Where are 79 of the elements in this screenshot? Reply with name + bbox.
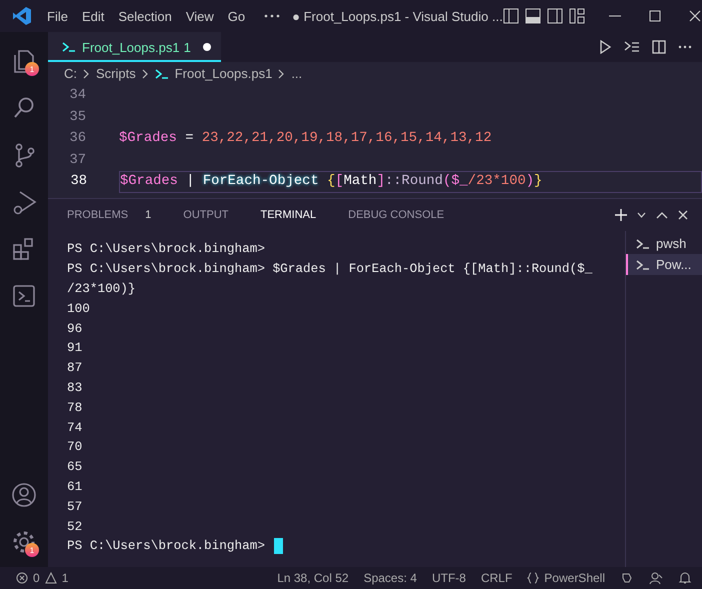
panel-tab[interactable]: PROBLEMS 1 bbox=[59, 199, 160, 231]
run-icon[interactable] bbox=[598, 40, 612, 54]
breadcrumb-item[interactable]: C: bbox=[64, 66, 77, 81]
encoding[interactable]: UTF-8 bbox=[432, 571, 466, 585]
language-mode[interactable]: PowerShell bbox=[544, 571, 605, 585]
terminal-line: PS C:\Users\brock.bingham> $Grades | ForEach-Object {[Math]::Round($_ bbox=[67, 261, 592, 276]
terminal-line: 96 bbox=[67, 320, 82, 336]
terminal-prompt-icon bbox=[154, 68, 169, 80]
code-line: $Grades | ForEach-Object {[Math]::Round($_/23*100)} bbox=[120, 174, 542, 190]
split-editor-icon[interactable] bbox=[652, 40, 666, 54]
close-icon[interactable] bbox=[678, 210, 688, 220]
breadcrumb-item[interactable]: Froot_Loops.ps1 bbox=[174, 66, 272, 81]
panel-layout-icon[interactable] bbox=[524, 8, 541, 24]
terminal-prompt-icon bbox=[636, 258, 650, 270]
terminal-line: /23*100)} bbox=[67, 280, 136, 296]
code-line: $Grades = 23,22,21,20,19,18,17,16,15,14,13,12 bbox=[119, 131, 492, 146]
warning-icon[interactable] bbox=[44, 572, 57, 584]
sidebar-layout-icon[interactable] bbox=[502, 8, 519, 24]
panel-tab[interactable]: TERMINAL bbox=[252, 199, 324, 231]
chevron-icon bbox=[278, 68, 286, 78]
terminal-line: PS C:\Users\brock.bingham> bbox=[67, 538, 265, 554]
more-icon[interactable] bbox=[678, 45, 692, 49]
add-icon[interactable] bbox=[615, 209, 627, 221]
terminal-prompt-icon bbox=[62, 41, 76, 53]
warning-count[interactable]: 1 bbox=[62, 571, 68, 585]
braces-icon bbox=[527, 572, 540, 584]
menu-item[interactable]: Go bbox=[220, 8, 252, 24]
terminal-session[interactable]: pwsh bbox=[626, 233, 702, 254]
unsaved-dot[interactable] bbox=[202, 43, 211, 51]
terminal-line: 61 bbox=[67, 478, 82, 494]
terminal-line: 52 bbox=[67, 518, 82, 534]
terminal-line: PS C:\Users\brock.bingham> bbox=[67, 241, 265, 256]
caret-icon[interactable] bbox=[637, 212, 646, 218]
panel-tab[interactable]: DEBUG CONSOLE bbox=[340, 199, 452, 231]
menu-item[interactable]: Selection bbox=[111, 8, 179, 24]
terminal-line: 87 bbox=[67, 360, 82, 376]
terminal-prompt-icon bbox=[636, 238, 650, 250]
logo-icon bbox=[12, 6, 32, 26]
notification-badge: 1 bbox=[25, 62, 39, 76]
bell-icon[interactable] bbox=[678, 571, 692, 585]
run-selection-icon[interactable] bbox=[624, 40, 640, 54]
error-icon[interactable] bbox=[16, 572, 28, 584]
breadcrumb-item[interactable]: Scripts bbox=[96, 66, 136, 81]
error-count[interactable]: 0 bbox=[33, 571, 40, 585]
panel-tab[interactable]: OUTPUT bbox=[175, 199, 236, 231]
terminal-line: 100 bbox=[67, 300, 90, 316]
line-number: 38 bbox=[69, 174, 87, 190]
grid-layout-icon[interactable] bbox=[568, 8, 585, 24]
chevron-icon bbox=[83, 68, 90, 78]
terminal-line: 57 bbox=[67, 498, 82, 514]
maximize-icon[interactable] bbox=[648, 10, 661, 22]
breadcrumb-item[interactable]: ... bbox=[291, 66, 302, 81]
cursor-position[interactable]: Ln 38, Col 52 bbox=[277, 571, 349, 585]
menu-item[interactable]: Edit bbox=[74, 8, 112, 24]
editor-tab[interactable]: Froot_Loops.ps1 1 bbox=[48, 32, 221, 62]
terminal-session[interactable]: Pow... bbox=[626, 254, 702, 275]
live-share-icon[interactable] bbox=[649, 571, 663, 585]
line-number: 37 bbox=[68, 152, 86, 168]
chevron-icon bbox=[142, 68, 149, 78]
more-icon[interactable] bbox=[264, 14, 280, 18]
terminal-line: 74 bbox=[67, 420, 82, 435]
line-number: 36 bbox=[68, 131, 86, 146]
terminal-line: 78 bbox=[67, 400, 82, 415]
terminal-line: 83 bbox=[67, 380, 82, 395]
menu-item[interactable]: View bbox=[178, 8, 221, 24]
terminal-line: 65 bbox=[67, 459, 82, 474]
line-ending[interactable]: CRLF bbox=[480, 571, 512, 585]
indentation[interactable]: Spaces: 4 bbox=[364, 571, 417, 585]
line-number: 35 bbox=[68, 110, 86, 125]
split-layout-icon[interactable] bbox=[546, 8, 563, 24]
terminal-line: 91 bbox=[67, 340, 82, 356]
menu-item[interactable]: File bbox=[40, 8, 75, 24]
terminal-line: 70 bbox=[67, 439, 82, 454]
close-icon[interactable] bbox=[688, 10, 701, 22]
chevron-up-icon[interactable] bbox=[656, 211, 668, 219]
line-number: 34 bbox=[68, 88, 86, 104]
window-title: ● Froot_Loops.ps1 - Visual Studio ... bbox=[292, 8, 503, 24]
account-icon[interactable] bbox=[10, 480, 38, 508]
notification-badge: 1 bbox=[25, 543, 39, 557]
